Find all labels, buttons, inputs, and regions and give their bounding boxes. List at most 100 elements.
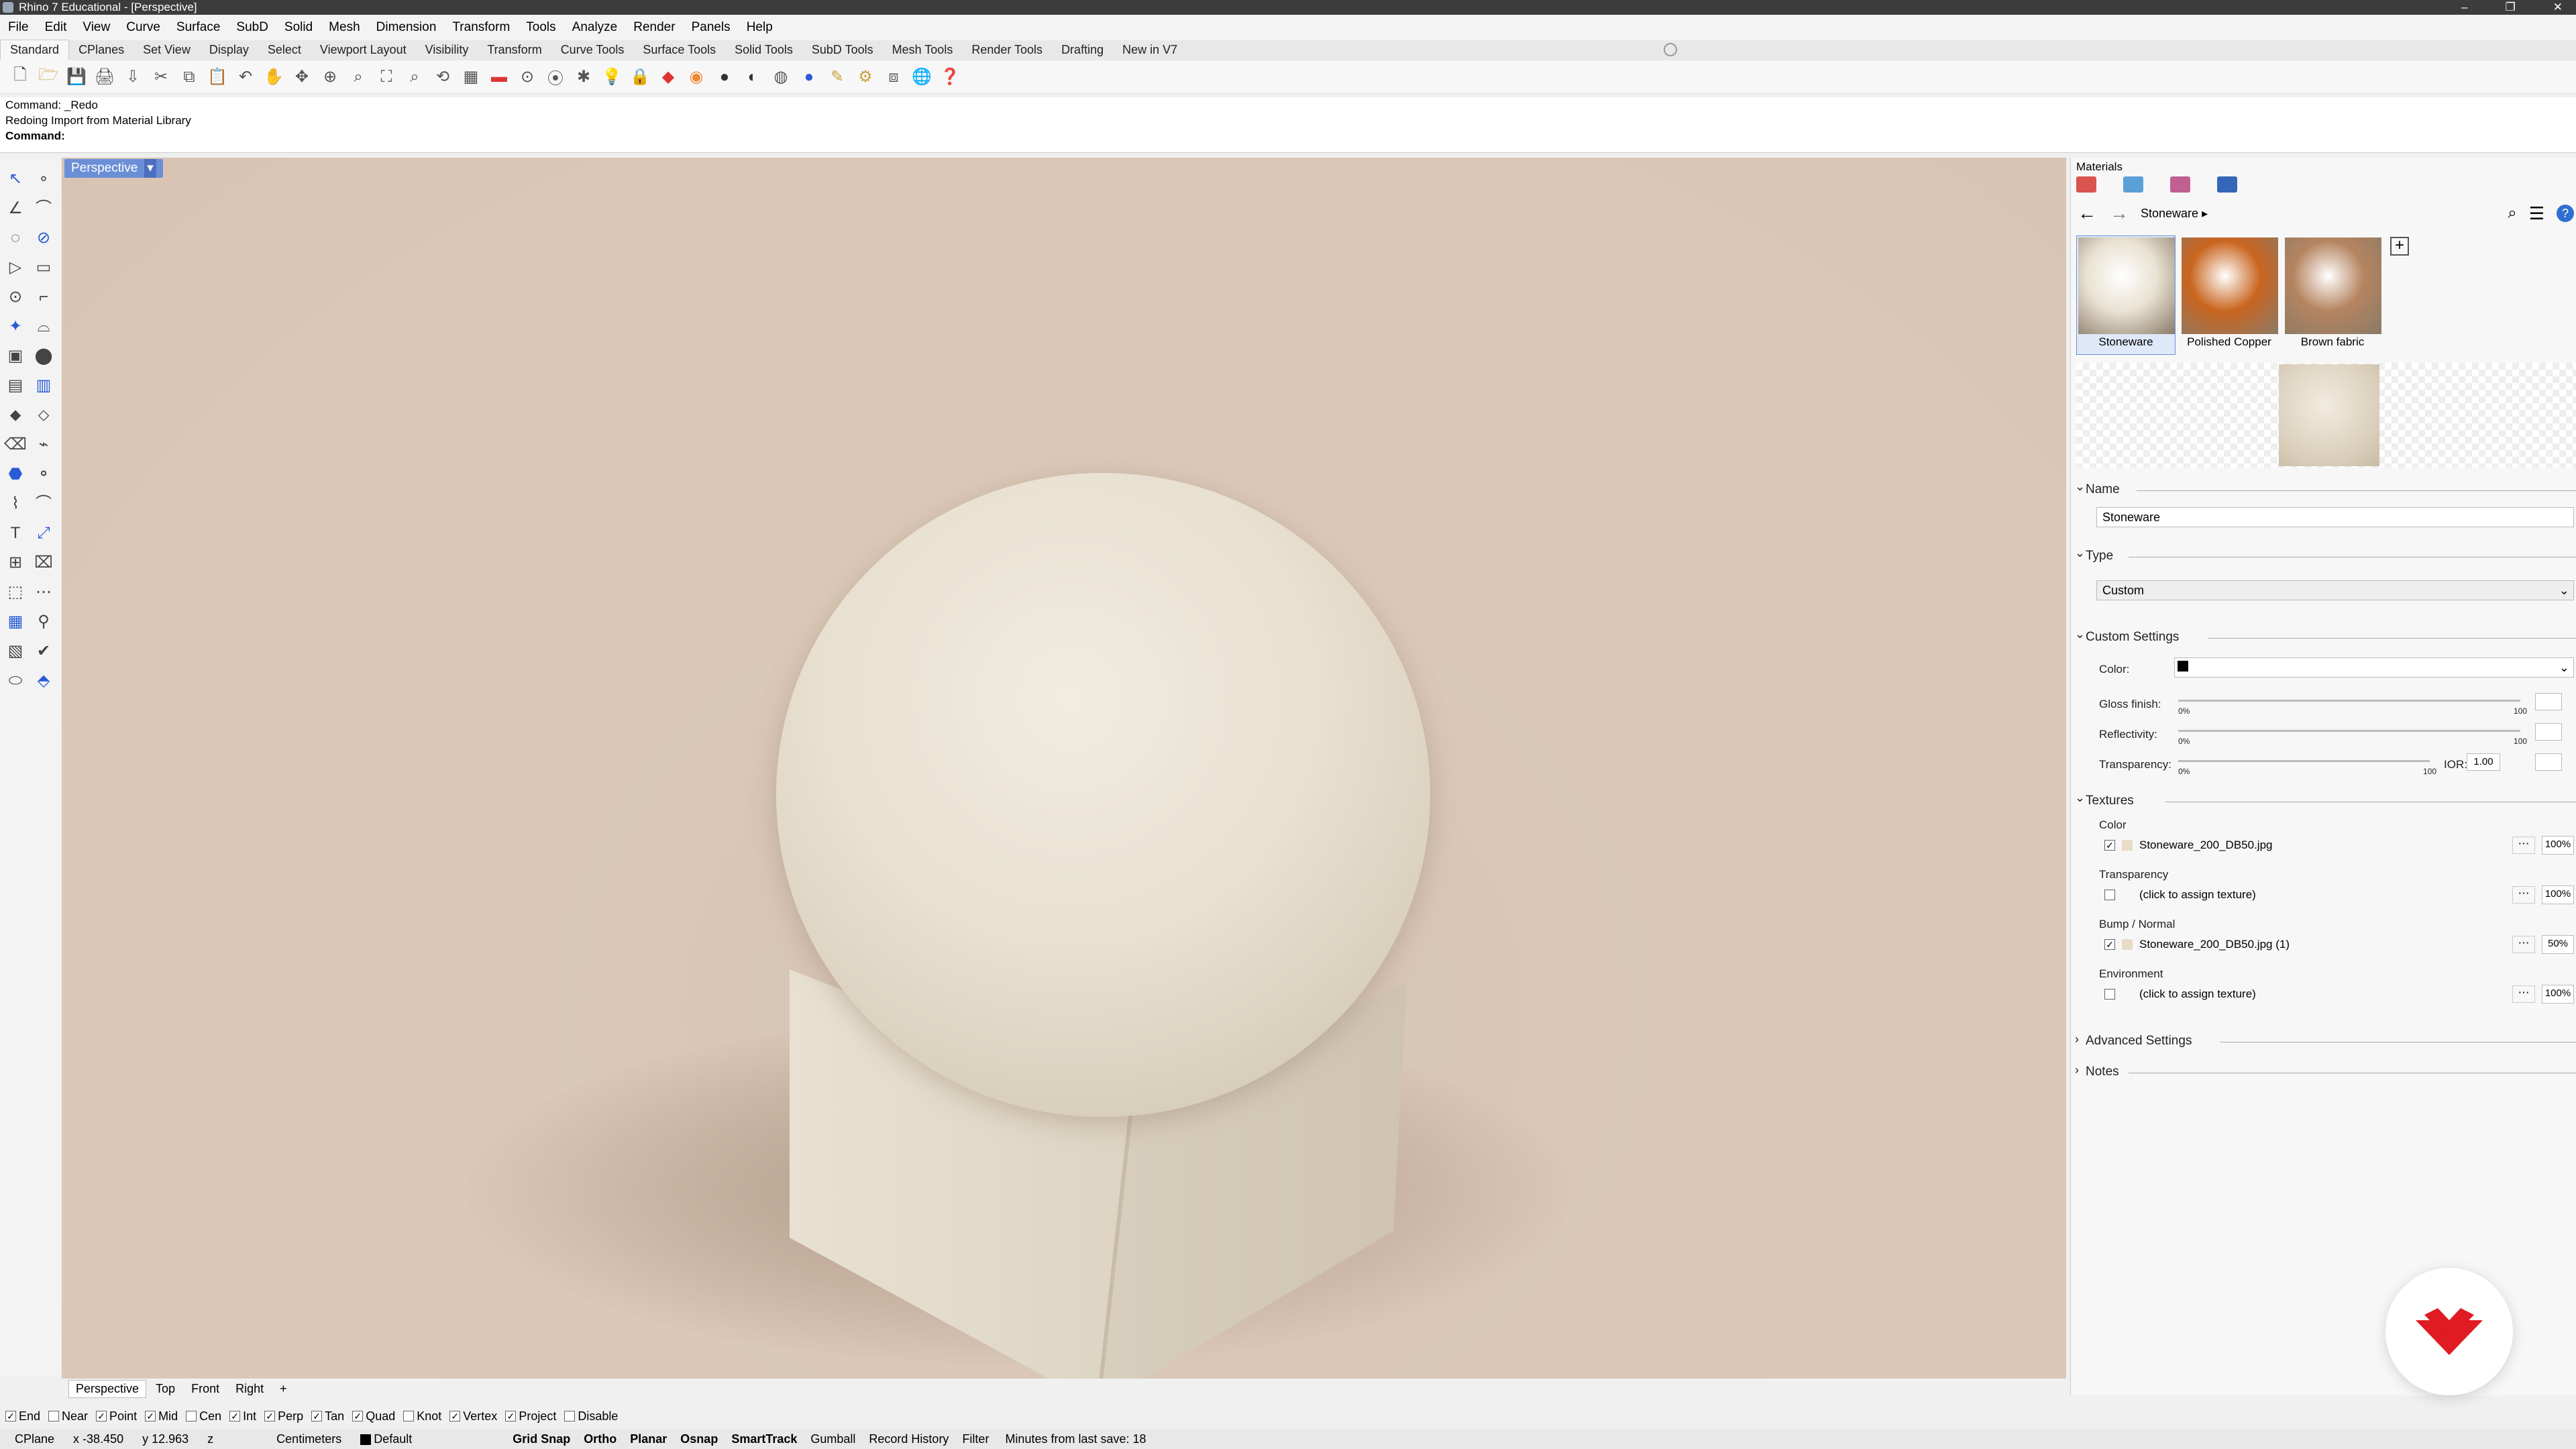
toolbar-tab[interactable]: SubD Tools	[802, 40, 883, 60]
render-tab-icon[interactable]	[2217, 176, 2237, 193]
mesh-icon[interactable]: ⬥	[4, 404, 27, 427]
cut-icon[interactable]: ✂	[149, 65, 173, 89]
toolbar-settings-icon[interactable]	[1664, 43, 1677, 56]
circle-icon[interactable]: ◌	[4, 227, 27, 250]
named-views-icon[interactable]: ⦿	[543, 65, 568, 89]
texture-amount-field[interactable]: 100%	[2542, 885, 2574, 904]
osnap-checkbox[interactable]	[505, 1411, 517, 1421]
command-prompt[interactable]: Command:	[0, 128, 2576, 144]
pan-icon[interactable]: ✋	[262, 65, 286, 89]
curve-icon[interactable]: ⌒	[32, 197, 55, 220]
check-icon[interactable]: ✔	[32, 640, 55, 663]
texture-browse-button[interactable]: ⋯	[2512, 985, 2535, 1003]
osnap-toggle[interactable]: Point	[96, 1409, 137, 1424]
name-section-header[interactable]: Name	[2075, 480, 2120, 497]
texture-enable-checkbox[interactable]	[2104, 939, 2115, 950]
texture-enable-checkbox[interactable]	[2104, 840, 2115, 851]
status-toggle[interactable]: Ortho	[577, 1432, 623, 1446]
globe-icon[interactable]: 🌐	[910, 65, 934, 89]
block-icon[interactable]: ⬚	[4, 581, 27, 604]
close-icon[interactable]: ✕	[2553, 0, 2563, 15]
toolbar-tab[interactable]: Select	[258, 40, 311, 60]
perspective-viewport[interactable]	[62, 158, 2066, 1379]
array-icon[interactable]: ⊞	[4, 551, 27, 574]
select-icon[interactable]: ⊙	[515, 65, 539, 89]
menu-item[interactable]: Analyze	[564, 20, 626, 35]
rectangle-icon[interactable]: ▭	[32, 256, 55, 279]
textures-section-header[interactable]: Textures	[2075, 791, 2134, 808]
new-file-icon[interactable]: 🗋	[8, 65, 32, 89]
cplane-label[interactable]: CPlane	[5, 1432, 64, 1446]
ior-value[interactable]: 1.00	[2467, 753, 2500, 771]
texture-browse-button[interactable]: ⋯	[2512, 837, 2535, 854]
notes-section-header[interactable]: Notes	[2075, 1063, 2119, 1079]
viewport-tab[interactable]: Right	[229, 1381, 270, 1397]
status-toggle[interactable]: Gumball	[804, 1432, 862, 1446]
menu-item[interactable]: Help	[739, 20, 781, 35]
viewport-tab[interactable]: Top	[149, 1381, 182, 1397]
reflectivity-value[interactable]	[2535, 723, 2562, 741]
point-icon[interactable]: ∘	[32, 168, 55, 191]
osnap-checkbox[interactable]	[145, 1411, 156, 1421]
texture-file-name[interactable]: (click to assign texture)	[2139, 987, 2506, 1001]
osnap-checkbox[interactable]	[352, 1411, 364, 1421]
maximize-icon[interactable]: ❐	[2506, 0, 2516, 15]
help-icon[interactable]: ❓	[938, 65, 962, 89]
sphere-icon[interactable]: ⬤	[32, 345, 55, 368]
subd-icon[interactable]: ⬦	[32, 404, 55, 427]
back-arrow-icon[interactable]: ←	[2078, 203, 2096, 224]
blue-sphere-icon[interactable]: ●	[797, 65, 821, 89]
osnap-toggle[interactable]: Cen	[186, 1409, 221, 1424]
menu-item[interactable]: Mesh	[321, 20, 368, 35]
status-toggle[interactable]: Osnap	[674, 1432, 724, 1446]
viewport-tab[interactable]: Front	[184, 1381, 226, 1397]
print-icon[interactable]: 🖨	[93, 65, 117, 89]
texture-file-name[interactable]: Stoneware_200_DB50.jpg	[2139, 839, 2506, 852]
osnap-checkbox[interactable]	[564, 1411, 576, 1421]
fillet-icon[interactable]: ⌐	[32, 286, 55, 309]
gloss-slider[interactable]	[2178, 700, 2520, 702]
menu-item[interactable]: Transform	[444, 20, 518, 35]
menu-item[interactable]: Render	[625, 20, 683, 35]
toolbar-tab[interactable]: New in V7	[1113, 40, 1187, 60]
osnap-toggle[interactable]: Int	[229, 1409, 256, 1424]
menu-item[interactable]: Solid	[276, 20, 321, 35]
rendered-sphere-icon[interactable]: ◐	[741, 65, 765, 89]
toolbar-tab[interactable]: Set View	[133, 40, 200, 60]
menu-item[interactable]: Dimension	[368, 20, 445, 35]
grid-icon[interactable]: ▦	[4, 610, 27, 633]
lights-icon[interactable]: ✱	[572, 65, 596, 89]
texture-file-name[interactable]: Stoneware_200_DB50.jpg (1)	[2139, 938, 2506, 951]
texture-browse-button[interactable]: ⋯	[2512, 936, 2535, 953]
viewport-tab[interactable]: Perspective	[68, 1379, 147, 1398]
open-file-icon[interactable]: 🗁	[36, 65, 60, 89]
materials-tab-icon[interactable]	[2076, 176, 2096, 193]
box-icon[interactable]: ▣	[4, 345, 27, 368]
material-name-field[interactable]: Stoneware	[2096, 507, 2574, 527]
osnap-toggle[interactable]: Knot	[403, 1409, 441, 1424]
zoom-window-icon[interactable]: ⌕	[346, 65, 370, 89]
transparency-value[interactable]	[2535, 753, 2562, 771]
menu-item[interactable]: Curve	[118, 20, 168, 35]
menu-item[interactable]: View	[74, 20, 118, 35]
toolbar-tab[interactable]: Render Tools	[962, 40, 1052, 60]
osnap-checkbox[interactable]	[229, 1411, 241, 1421]
osnap-toggle[interactable]: End	[5, 1409, 40, 1424]
sphere-object[interactable]	[776, 473, 1430, 1117]
gear-tools-icon[interactable]: ⚙	[853, 65, 877, 89]
render-color-icon[interactable]: ◉	[684, 65, 708, 89]
sweep-icon[interactable]: ⌓	[32, 315, 55, 338]
units-label[interactable]: Centimeters	[267, 1432, 351, 1446]
join-icon[interactable]: ⚬	[32, 463, 55, 486]
analyze-icon[interactable]: ⚲	[32, 610, 55, 633]
lock-icon[interactable]: 🔒	[628, 65, 652, 89]
material-icon[interactable]: ◆	[656, 65, 680, 89]
advanced-settings-header[interactable]: Advanced Settings	[2075, 1032, 2192, 1049]
boolean-icon[interactable]: ⬣	[4, 463, 27, 486]
help-icon[interactable]: ?	[2557, 205, 2574, 222]
texture-enable-checkbox[interactable]	[2104, 890, 2115, 900]
zoom-icon[interactable]: ⊕	[318, 65, 342, 89]
offset-icon[interactable]: ⌒	[32, 492, 55, 515]
osnap-toggle[interactable]: Tan	[311, 1409, 344, 1424]
menu-item[interactable]: File	[0, 20, 37, 35]
